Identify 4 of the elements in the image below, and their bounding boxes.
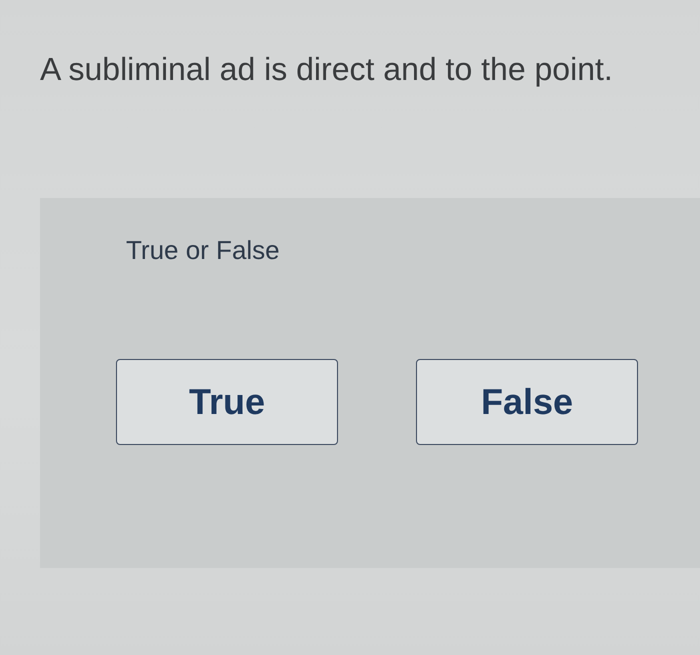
question-type-label: True or False (126, 234, 281, 266)
answer-option-button[interactable]: False (416, 359, 638, 445)
answer-option-button[interactable]: True (116, 359, 338, 445)
question-text: A subliminal ad is direct and to the point. (40, 50, 614, 88)
